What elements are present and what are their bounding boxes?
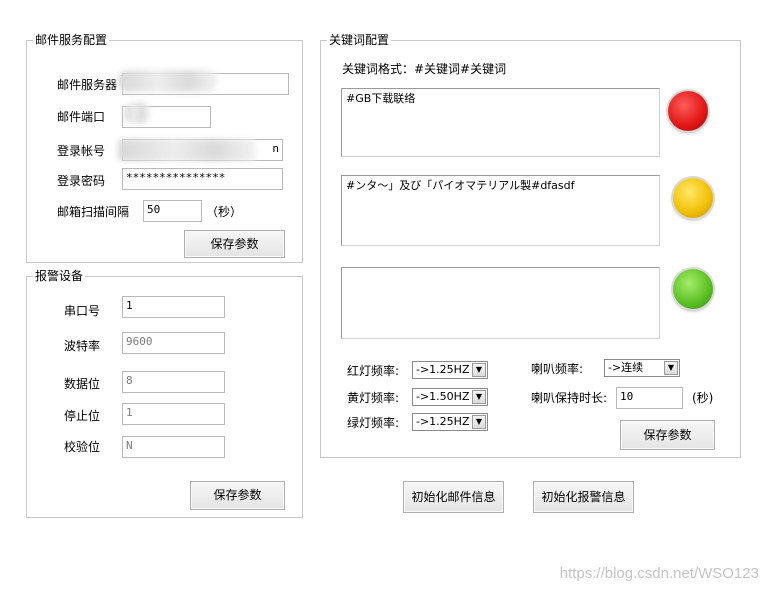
yellow-freq-select[interactable]: ->1.50HZ ▼ [412, 388, 488, 406]
chevron-down-icon[interactable]: ▼ [472, 415, 486, 429]
alarm-save-button[interactable]: 保存参数 [190, 481, 285, 510]
horn-freq-label: 喇叭频率: [531, 362, 584, 376]
yellow-keywords-textarea[interactable]: #ンタ〜」及び「パイオマテリアル製#dfasdf [341, 175, 660, 246]
init-mail-button[interactable]: 初始化邮件信息 [403, 481, 504, 513]
stop-bits-label: 停止位 [64, 409, 101, 423]
horn-freq-select[interactable]: ->连续 ▼ [604, 359, 680, 377]
red-freq-label: 红灯频率: [347, 364, 400, 378]
yellow-freq-label: 黄灯频率: [347, 391, 400, 405]
serial-port-label: 串口号 [64, 304, 101, 318]
chevron-down-icon[interactable]: ▼ [472, 390, 486, 404]
horn-duration-unit: (秒) [692, 391, 714, 405]
parity-label: 校验位 [64, 440, 101, 454]
chevron-down-icon[interactable]: ▼ [664, 361, 678, 375]
yellow-lamp-icon [673, 178, 713, 218]
alarm-device-title: 报警设备 [33, 269, 86, 283]
horn-duration-input[interactable]: 10 [616, 387, 683, 409]
scan-interval-input[interactable]: 50 [143, 200, 202, 222]
mail-config-title: 邮件服务配置 [33, 33, 110, 47]
scan-interval-label: 邮箱扫描间隔 [57, 205, 130, 219]
login-account-tail: n [272, 142, 279, 155]
red-freq-select[interactable]: ->1.25HZ ▼ [412, 361, 488, 379]
green-freq-label: 绿灯频率: [347, 416, 400, 430]
stop-bits-input[interactable]: 1 [122, 403, 225, 425]
red-lamp-icon [668, 91, 708, 131]
redacted-account-value [118, 139, 256, 161]
login-account-label: 登录帐号 [57, 144, 106, 158]
keyword-save-button[interactable]: 保存参数 [620, 420, 715, 450]
mail-port-label: 邮件端口 [57, 110, 106, 124]
watermark-text: https://blog.csdn.net/WSO123 [559, 565, 759, 582]
parity-input[interactable]: N [122, 436, 225, 458]
red-freq-value: ->1.25HZ [416, 363, 470, 376]
red-keywords-textarea[interactable]: #GB下载联络 [341, 88, 660, 157]
mail-save-button[interactable]: 保存参数 [184, 230, 285, 258]
green-freq-select[interactable]: ->1.25HZ ▼ [412, 413, 488, 431]
horn-duration-label: 喇叭保持时长: [531, 391, 608, 405]
keyword-config-title: 关键词配置 [327, 33, 392, 47]
scan-interval-unit: （秒） [206, 205, 243, 219]
login-password-input[interactable]: *************** [122, 168, 283, 190]
data-bits-label: 数据位 [64, 377, 101, 391]
green-lamp-icon [673, 269, 713, 309]
keyword-format-hint: 关键词格式：#关键词#关键词 [342, 62, 507, 76]
horn-freq-value: ->连续 [608, 361, 644, 374]
redacted-port-value [124, 102, 150, 124]
redacted-server-value [118, 70, 218, 92]
mail-server-label: 邮件服务器 [57, 78, 118, 92]
baud-rate-input[interactable]: 9600 [122, 332, 225, 354]
green-keywords-textarea[interactable] [341, 267, 660, 339]
chevron-down-icon[interactable]: ▼ [472, 363, 486, 377]
init-alarm-button[interactable]: 初始化报警信息 [533, 481, 634, 513]
baud-rate-label: 波特率 [64, 339, 101, 353]
data-bits-input[interactable]: 8 [122, 371, 225, 393]
yellow-freq-value: ->1.50HZ [416, 390, 470, 403]
login-password-label: 登录密码 [57, 174, 106, 188]
serial-port-input[interactable]: 1 [122, 296, 225, 318]
green-freq-value: ->1.25HZ [416, 415, 470, 428]
